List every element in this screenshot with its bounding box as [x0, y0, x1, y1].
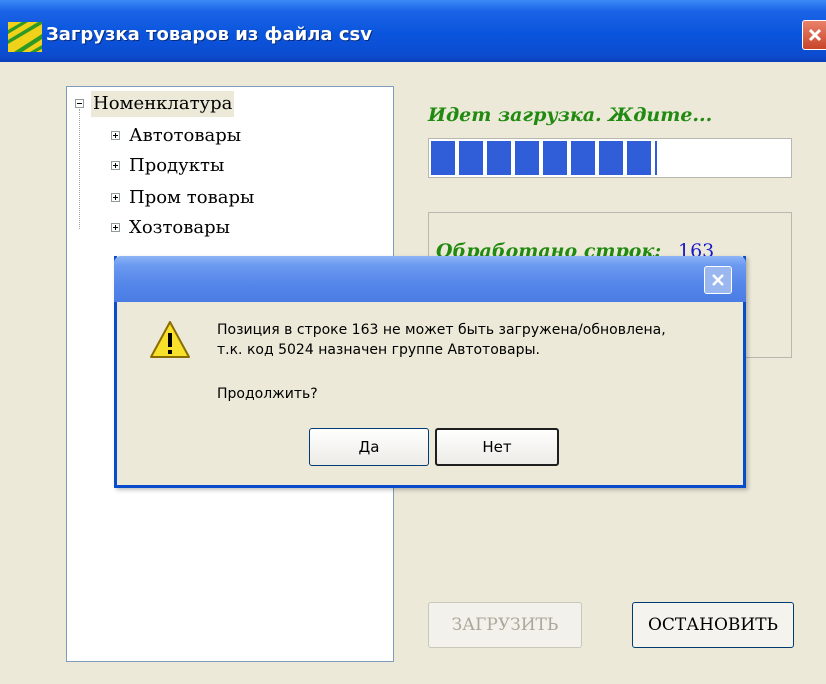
tree-item-label[interactable]: Хозтовары — [129, 215, 230, 241]
warning-dialog: Позиция в строке 163 не может быть загру… — [114, 256, 746, 488]
progress-fill — [431, 141, 657, 175]
stripes-logo-icon — [8, 22, 42, 52]
expand-icon[interactable] — [111, 161, 120, 170]
load-button[interactable]: ЗАГРУЗИТЬ — [428, 602, 582, 648]
progress-bar — [428, 138, 792, 178]
tree-item-label[interactable]: Пром товары — [129, 185, 254, 211]
tree-connector — [79, 109, 81, 229]
window-close-button[interactable] — [802, 20, 826, 50]
tree-item-label[interactable]: Автотовары — [129, 123, 241, 149]
expand-icon[interactable] — [111, 193, 120, 202]
expand-icon[interactable] — [111, 223, 120, 232]
tree-root-label[interactable]: Номенклатура — [91, 91, 235, 117]
loading-status: Идет загрузка. Ждите... — [428, 104, 713, 126]
collapse-icon[interactable] — [75, 99, 84, 108]
yes-button[interactable]: Да — [309, 428, 429, 466]
close-icon — [808, 28, 822, 42]
no-button[interactable]: Нет — [435, 428, 559, 466]
main-titlebar[interactable]: Загрузка товаров из файла csv — [0, 0, 826, 62]
dialog-close-button[interactable] — [704, 266, 732, 294]
dialog-question: Продолжить? — [217, 386, 318, 402]
close-icon — [712, 274, 724, 286]
dialog-message-line1: Позиция в строке 163 не может быть загру… — [217, 322, 666, 338]
dialog-titlebar[interactable] — [114, 256, 746, 302]
expand-icon[interactable] — [111, 131, 120, 140]
dialog-message-line2: т.к. код 5024 назначен группе Автотовары… — [217, 342, 540, 358]
window-title: Загрузка товаров из файла csv — [46, 24, 372, 45]
stop-button[interactable]: ОСТАНОВИТЬ — [632, 602, 794, 648]
warning-icon — [150, 321, 190, 358]
tree-item-label[interactable]: Продукты — [129, 153, 224, 179]
